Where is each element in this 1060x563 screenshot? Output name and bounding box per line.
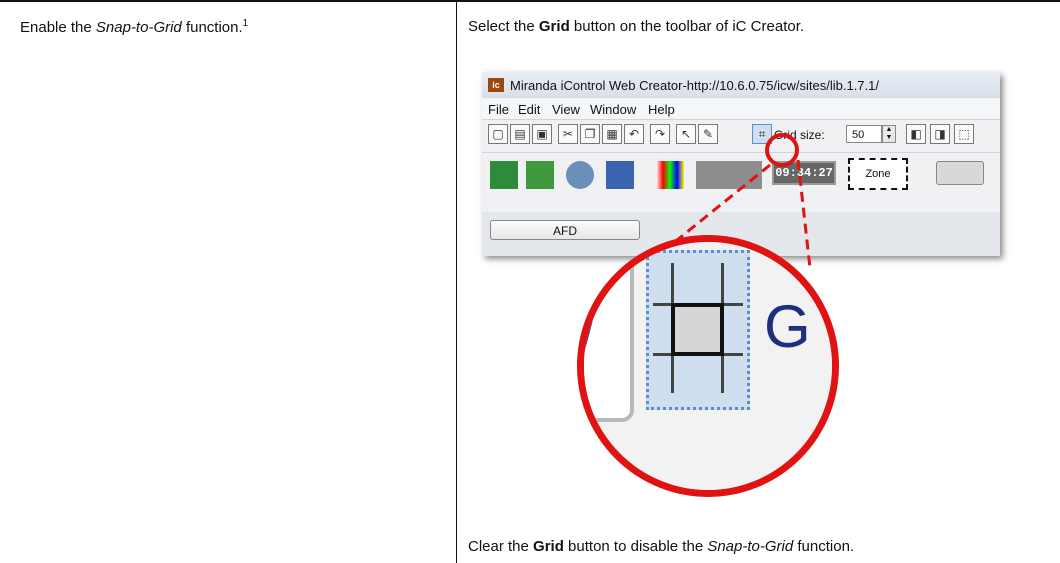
step-text-after: function. [181,19,243,36]
paste-icon[interactable]: ▦ [602,124,622,144]
clear-after: function. [793,538,855,555]
grid-icon [671,303,724,356]
menu-file[interactable]: File [488,102,509,117]
toolbar-screenshot: ic Miranda iControl Web Creator-http://1… [482,72,1002,262]
undo-icon[interactable]: ↶ [624,124,644,144]
menu-help[interactable]: Help [648,102,675,117]
grid-size-spinner[interactable]: ▲ ▼ [882,125,896,143]
instruction-bold: Grid [538,18,570,35]
new-icon[interactable]: ▢ [488,124,508,144]
zoom-pen-icon [584,316,595,376]
tree-icon[interactable] [606,161,634,189]
board-icon[interactable] [490,161,518,189]
clear-emphasis: Snap-to-Grid [707,538,794,555]
menu-bar: File Edit View Window Help [482,99,1000,120]
instruction-after: button on the toolbar of iC Creator. [569,18,805,35]
send-back-icon[interactable]: ◨ [930,124,950,144]
footnote-mark: 1 [242,18,249,29]
zoom-callout: G [577,235,839,497]
pen-tool-icon[interactable]: ✎ [698,124,718,144]
device-icon[interactable] [526,161,554,189]
instruction-text: Select the Grid button on the toolbar of… [468,18,804,35]
step-text-before: Enable the [20,19,96,36]
main-toolbar: ▢ ▤ ▣ ✂ ❐ ▦ ↶ ↷ ↖ ✎ ⌗ Grid size: 50 ▲ ▼ ◧… [482,120,1000,150]
pen-button[interactable] [936,161,984,185]
screenshot-window: ic Miranda iControl Web Creator-http://1… [482,72,1000,256]
menu-window[interactable]: Window [590,102,636,117]
window-title: Miranda iControl Web Creator-http://10.6… [510,78,879,93]
zone-tool[interactable]: Zone [848,158,908,190]
clear-mid: button to disable the [563,538,708,555]
grid-button-highlight [765,133,799,167]
component-toolbar: 09:34:27 Zone [482,152,1000,197]
color-bars-icon[interactable] [656,161,684,189]
clear-bold: Grid [533,538,564,555]
cut-icon[interactable]: ✂ [558,124,578,144]
table-top-border [0,0,1060,2]
menu-edit[interactable]: Edit [518,102,540,117]
zoom-letter: G [764,293,811,360]
step-description: Enable the Snap-to-Grid function.1 [20,18,248,36]
select-arrow-icon[interactable]: ↖ [676,124,696,144]
save-icon[interactable]: ▣ [532,124,552,144]
tab-afd[interactable]: AFD [490,220,640,240]
bring-front-icon[interactable]: ◧ [906,124,926,144]
align-icon[interactable]: ⬚ [954,124,974,144]
menu-view[interactable]: View [552,102,580,117]
copy-icon[interactable]: ❐ [580,124,600,144]
clear-before: Clear the [468,538,534,555]
zoom-grid-button [646,250,750,410]
table-column-divider [456,2,457,563]
redo-icon[interactable]: ↷ [650,124,670,144]
open-icon[interactable]: ▤ [510,124,530,144]
app-icon: ic [488,78,504,92]
instruction-before: Select the [468,18,539,35]
globe-icon[interactable] [566,161,594,189]
step-emphasis: Snap-to-Grid [95,19,182,36]
clear-instruction: Clear the Grid button to disable the Sna… [468,538,854,555]
router-icon[interactable] [696,161,762,189]
window-titlebar: ic Miranda iControl Web Creator-http://1… [482,72,1000,98]
zoom-pen-button [584,252,634,422]
grid-size-input[interactable]: 50 [846,125,882,143]
